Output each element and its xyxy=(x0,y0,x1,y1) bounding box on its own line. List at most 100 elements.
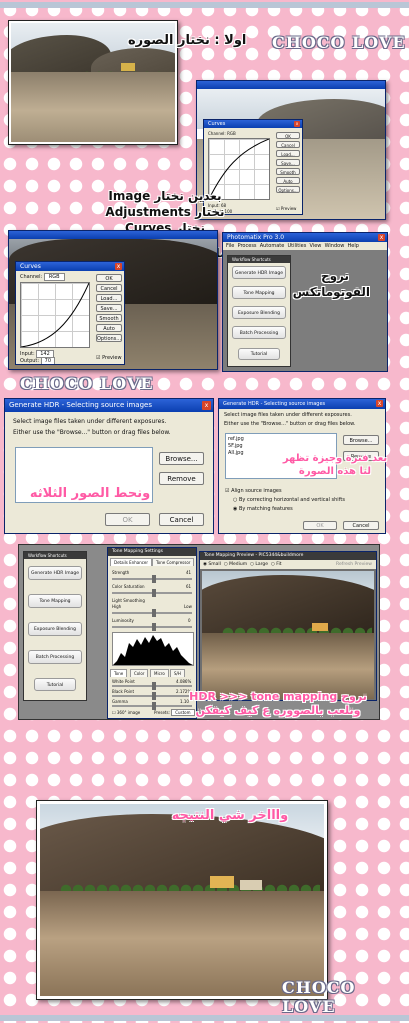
curves-smooth-small[interactable]: Smooth xyxy=(276,168,300,175)
generate-hdr-button-2[interactable]: Generate HDR Image xyxy=(28,566,82,580)
tone-mapping-button[interactable]: Tone Mapping xyxy=(232,286,286,299)
curves-title-small: Curves xyxy=(208,121,226,127)
photomatix-close-icon[interactable]: x xyxy=(378,234,385,241)
strength-value: 41 xyxy=(186,570,192,575)
menu-help[interactable]: Help xyxy=(347,243,358,249)
tone-mapping-button-2[interactable]: Tone Mapping xyxy=(28,594,82,608)
step5-caption-line2: لنا هذه الصورة xyxy=(298,466,372,477)
curves-graph[interactable] xyxy=(20,282,90,348)
curves-channel-value-small[interactable]: RGB xyxy=(227,131,236,136)
strength-label: Strength xyxy=(112,570,130,575)
histogram xyxy=(112,632,194,666)
tone-preview-photo xyxy=(202,571,374,699)
subtab-tone[interactable]: Tone xyxy=(110,669,128,677)
tab-details-enhancer[interactable]: Details Enhancer xyxy=(110,558,153,566)
curves-ok-small[interactable]: OK xyxy=(276,132,300,139)
batch-processing-button[interactable]: Batch Processing xyxy=(232,326,286,339)
exposure-blending-button-2[interactable]: Exposure Blending xyxy=(28,622,82,636)
curves-options-button[interactable]: Options... xyxy=(96,334,122,342)
generate-hdr-close-icon-2[interactable]: x xyxy=(376,400,383,407)
curves-load-button[interactable]: Load... xyxy=(96,294,122,302)
curves-load-small[interactable]: Load... xyxy=(276,150,300,157)
curves-smooth-button[interactable]: Smooth xyxy=(96,314,122,322)
step3-caption: نروح الفوتوماتكس xyxy=(293,268,370,300)
subtab-color[interactable]: Color xyxy=(130,669,149,677)
watermark-middle: CHOCO LOVE xyxy=(20,374,154,393)
file-item[interactable]: 5F.jpg xyxy=(228,443,334,450)
curves-cancel-small[interactable]: Cancel xyxy=(276,141,300,148)
size-medium-radio[interactable]: ○ Medium xyxy=(224,562,247,567)
browse-button-2[interactable]: Browse... xyxy=(343,435,379,445)
features-radio[interactable]: ◉ xyxy=(233,506,237,512)
curves-channel-label: Channel: xyxy=(20,274,43,280)
size-small-radio[interactable]: ◉ Small xyxy=(203,562,221,567)
curves-title: Curves xyxy=(20,263,41,270)
saturation-label: Color Saturation xyxy=(112,584,145,589)
size-large-radio[interactable]: ○ Large xyxy=(250,562,268,567)
histogram-graph xyxy=(113,635,193,665)
menu-process[interactable]: Process xyxy=(238,243,257,249)
cancel-button-2[interactable]: Cancel xyxy=(343,521,379,530)
tone-preview-window: Tone Mapping Preview - PIC5344&buildmore… xyxy=(199,551,377,701)
white-point-value: 4.086% xyxy=(176,679,192,684)
curves-save-button[interactable]: Save... xyxy=(96,304,122,312)
menu-utilities[interactable]: Utilities xyxy=(288,243,307,249)
curves-auto-button[interactable]: Auto xyxy=(96,324,122,332)
luminosity-slider[interactable] xyxy=(112,623,192,631)
subtab-sh[interactable]: S/H xyxy=(170,669,185,677)
smoothing-slider[interactable] xyxy=(112,609,192,617)
saturation-slider[interactable] xyxy=(112,589,192,597)
preview-checkbox[interactable]: ☑ xyxy=(96,355,100,361)
curves-save-small[interactable]: Save... xyxy=(276,159,300,166)
white-point-slider[interactable] xyxy=(112,682,192,690)
refresh-preview-button[interactable]: Refresh Preview xyxy=(336,560,372,569)
photomatix-menubar: File Process Automate Utilities View Win… xyxy=(223,242,387,250)
ok-button-2[interactable]: OK xyxy=(303,521,337,530)
generate-hdr-button[interactable]: Generate HDR Image xyxy=(232,266,286,279)
generate-hdr-dialog: Generate HDR - Selecting source images x … xyxy=(4,398,214,534)
browse-button[interactable]: Browse... xyxy=(159,452,204,465)
curves-input-label: Input: xyxy=(20,351,35,357)
curves-options-small[interactable]: Options... xyxy=(276,186,300,193)
luminosity-label: Luminosity xyxy=(112,618,134,623)
shift-option-label: By correcting horizontal and vertical sh… xyxy=(238,497,345,503)
exposure-blending-button[interactable]: Exposure Blending xyxy=(232,306,286,319)
shift-radio[interactable]: ○ xyxy=(233,497,237,503)
curves-channel-select[interactable]: RGB xyxy=(43,273,65,281)
curves-output-field[interactable]: 70 xyxy=(40,357,56,364)
menu-view[interactable]: View xyxy=(310,243,322,249)
preview-checkbox-small[interactable]: ☑ xyxy=(276,206,280,211)
size-fit-radio[interactable]: ○ Fit xyxy=(271,562,282,567)
strength-slider[interactable] xyxy=(112,575,192,583)
align-checkbox[interactable]: ☑ xyxy=(225,488,229,494)
step2-caption-line2: نختار Adjustments xyxy=(105,205,225,219)
features-option-label: By matching features xyxy=(238,506,293,512)
menu-window[interactable]: Window xyxy=(325,243,345,249)
curve-line[interactable] xyxy=(21,283,89,347)
tutorial-button[interactable]: Tutorial xyxy=(238,348,280,360)
curves-cancel-button[interactable]: Cancel xyxy=(96,284,122,292)
ok-button[interactable]: OK xyxy=(105,513,150,526)
menu-automate[interactable]: Automate xyxy=(260,243,285,249)
tab-tone-compressor[interactable]: Tone Compressor xyxy=(152,558,195,566)
tutorial-button-2[interactable]: Tutorial xyxy=(34,678,76,691)
curves-close-icon[interactable]: x xyxy=(115,263,122,270)
align-label: Align source images xyxy=(231,488,282,494)
curves-auto-small[interactable]: Auto xyxy=(276,177,300,184)
luminosity-value: 0 xyxy=(188,618,191,623)
file-item[interactable]: ref.jpg xyxy=(228,436,334,443)
subtab-micro[interactable]: Micro xyxy=(150,669,169,677)
smoothing-label: Light Smoothing xyxy=(112,598,145,603)
menu-file[interactable]: File xyxy=(226,243,234,249)
image360-checkbox[interactable]: ☐ xyxy=(112,710,116,715)
batch-processing-button-2[interactable]: Batch Processing xyxy=(28,650,82,664)
curves-ok-button[interactable]: OK xyxy=(96,274,122,282)
step6-caption-line2: ونلعب بالصووره ع كيف كيفكن xyxy=(195,704,361,717)
generate-hdr-2-line1: Select image files taken under different… xyxy=(224,412,352,418)
image360-label: 360° image xyxy=(116,710,141,715)
cancel-button[interactable]: Cancel xyxy=(159,513,204,526)
generate-hdr-close-icon[interactable]: x xyxy=(202,401,211,410)
generate-hdr-2-line2: Either use the "Browse..." button or dra… xyxy=(224,421,356,427)
top-stripe xyxy=(0,2,409,8)
remove-button[interactable]: Remove xyxy=(159,472,204,485)
